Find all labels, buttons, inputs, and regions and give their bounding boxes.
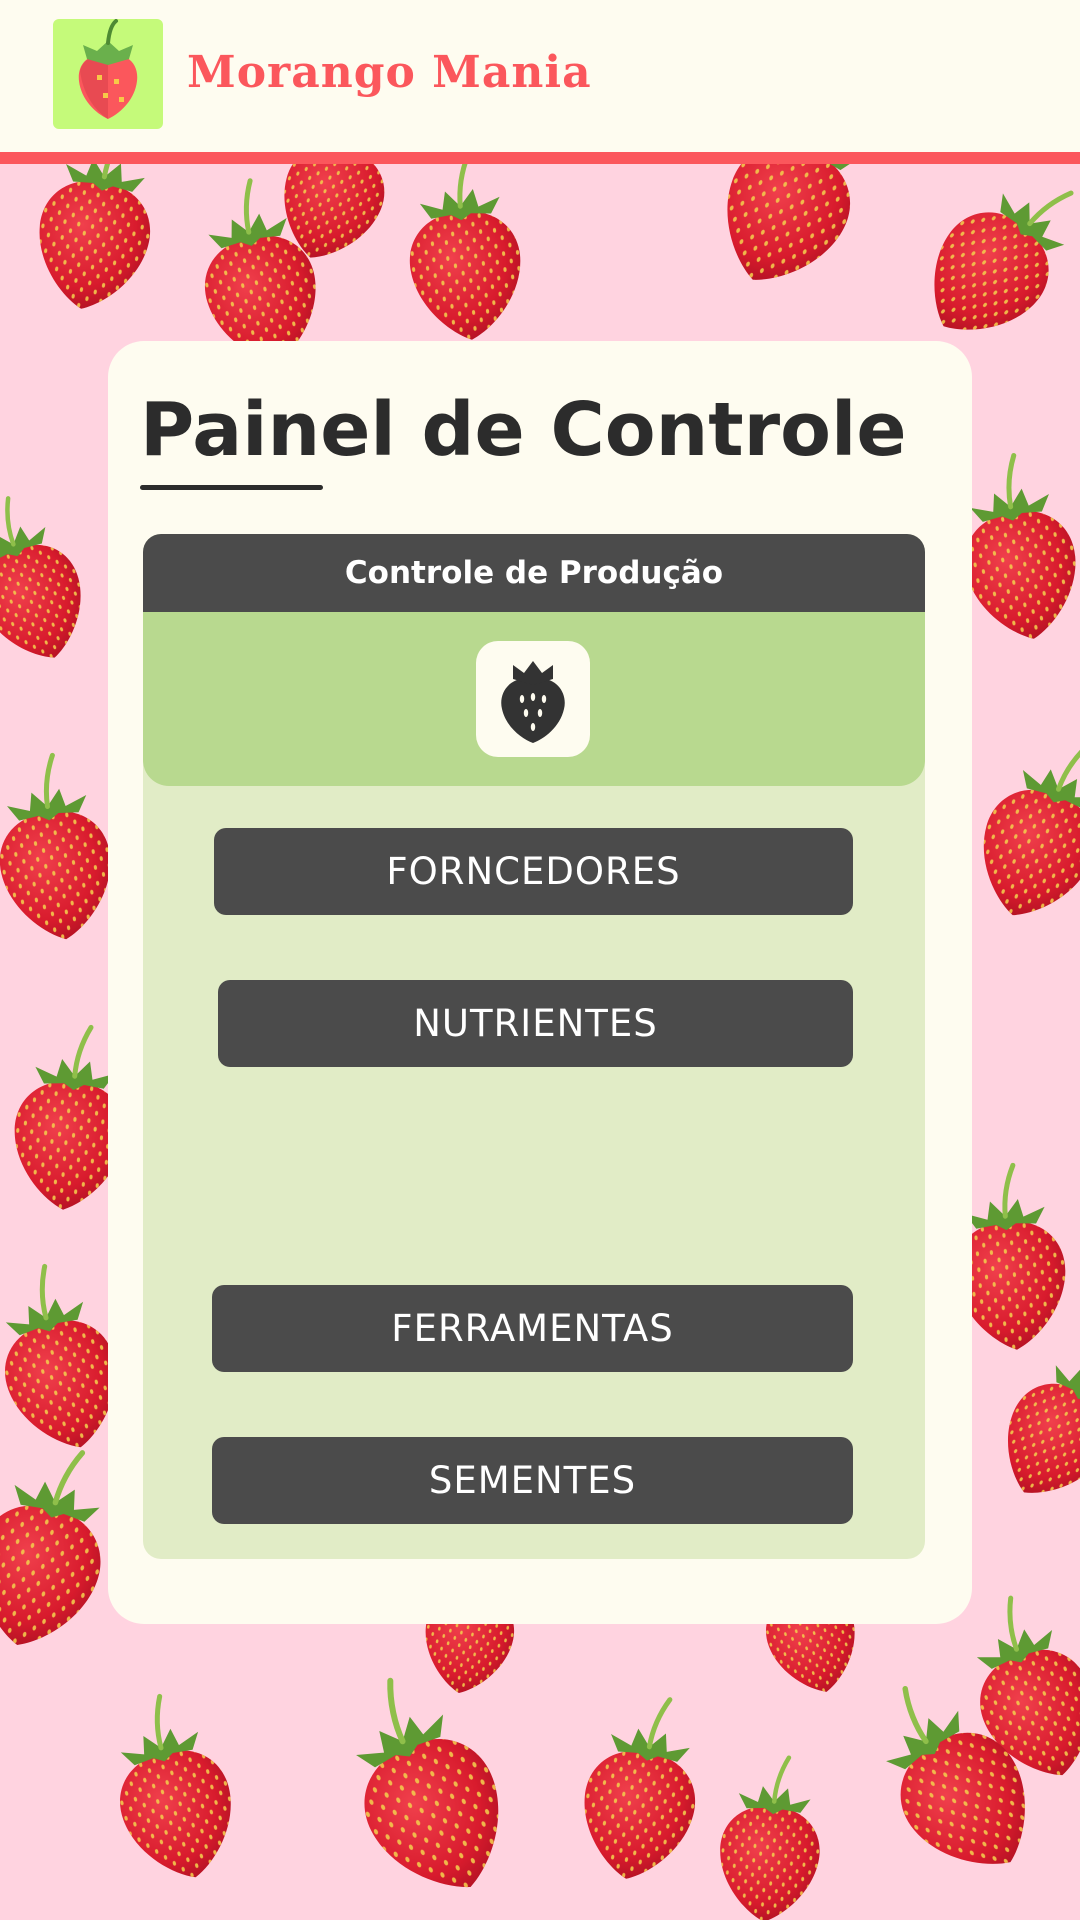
title-underline bbox=[140, 485, 323, 490]
brand-name: Morango Mania bbox=[187, 47, 592, 98]
app-header: Morango Mania bbox=[0, 0, 1080, 164]
suppliers-button[interactable]: FORNCEDORES bbox=[214, 828, 853, 915]
seeds-button[interactable]: SEMENTES bbox=[212, 1437, 853, 1524]
tools-button[interactable]: FERRAMENTAS bbox=[212, 1285, 853, 1372]
strawberry-icon bbox=[476, 641, 590, 757]
panel-header: Controle de Produção bbox=[143, 534, 925, 612]
page-title: Painel de Controle bbox=[140, 387, 907, 473]
panel-icon-band bbox=[143, 612, 925, 786]
production-control-panel: Controle de Produção FORNCEDORES NUTRIEN… bbox=[143, 534, 925, 1559]
dashboard-card: Painel de Controle Controle de Produção … bbox=[108, 341, 972, 1624]
strawberry-logo-icon[interactable] bbox=[53, 19, 163, 129]
nutrients-button[interactable]: NUTRIENTES bbox=[218, 980, 853, 1067]
